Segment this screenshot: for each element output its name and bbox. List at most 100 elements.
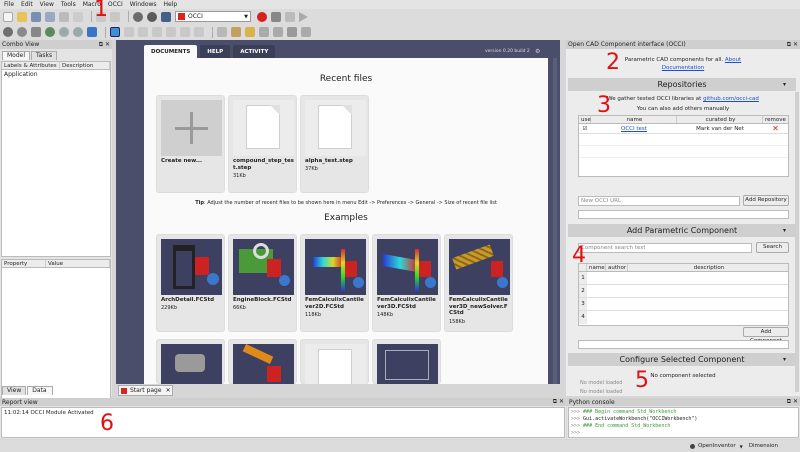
record-macro-icon[interactable] bbox=[257, 11, 267, 22]
panel-close-icon[interactable]: ⧉ ✕ bbox=[787, 398, 798, 406]
add-repository-button[interactable]: Add Repository bbox=[743, 195, 789, 206]
tab-activity[interactable]: ACTIVITY bbox=[233, 45, 276, 59]
collapse-icon[interactable]: ▾ bbox=[783, 227, 786, 234]
stop-macro-icon[interactable] bbox=[271, 11, 281, 22]
folder-icon[interactable] bbox=[273, 27, 283, 37]
example-card[interactable]: FemCalculixCantilever2D.FCStd 118Kb bbox=[300, 234, 369, 332]
import-icon[interactable] bbox=[287, 27, 297, 37]
plus-icon bbox=[161, 100, 222, 156]
top-view-icon[interactable] bbox=[138, 27, 148, 37]
right-view-icon[interactable] bbox=[152, 27, 162, 37]
start-scrollbar[interactable] bbox=[553, 58, 557, 384]
fit-selection-icon[interactable] bbox=[17, 27, 27, 37]
measure-icon[interactable] bbox=[217, 27, 227, 37]
occi-scrollbar[interactable] bbox=[795, 92, 799, 392]
menu-windows[interactable]: Windows bbox=[130, 1, 157, 8]
dimension-status[interactable]: Dimension bbox=[749, 443, 778, 449]
settings-icon[interactable]: ⚙ bbox=[535, 48, 540, 55]
sync-view-icon[interactable] bbox=[45, 27, 55, 37]
example-card[interactable] bbox=[228, 339, 297, 385]
fit-all-icon[interactable] bbox=[3, 27, 13, 37]
configure-section[interactable]: Configure Selected Component ▾ bbox=[568, 353, 796, 366]
example-name: EngineBlock.FCStd bbox=[233, 297, 292, 303]
tab-documents[interactable]: DOCUMENTS bbox=[144, 45, 198, 59]
python-console-output[interactable]: >>> ### Begin command Std_Workbench >>> … bbox=[568, 407, 799, 438]
recent-card[interactable]: alpha_test.step 37Kb bbox=[300, 95, 369, 193]
component-search-input[interactable]: Component search text bbox=[578, 243, 752, 253]
tree-item-application[interactable]: Application bbox=[2, 71, 110, 78]
menu-help[interactable]: Help bbox=[164, 1, 178, 8]
collapse-icon[interactable]: ▾ bbox=[783, 356, 786, 363]
open-file-icon[interactable] bbox=[17, 11, 27, 22]
export-icon[interactable] bbox=[301, 27, 311, 37]
refresh-icon[interactable] bbox=[147, 11, 157, 22]
new-file-icon[interactable] bbox=[3, 11, 13, 22]
group-icon[interactable] bbox=[245, 27, 255, 37]
menu-edit[interactable]: Edit bbox=[21, 1, 33, 8]
link-icon[interactable] bbox=[259, 27, 269, 37]
about-link[interactable]: About bbox=[725, 57, 741, 63]
tab-model[interactable]: Model bbox=[2, 51, 31, 60]
tab-data[interactable]: Data bbox=[27, 386, 54, 395]
std-views-icon[interactable] bbox=[87, 27, 97, 37]
example-card[interactable] bbox=[300, 339, 369, 385]
whats-this-icon[interactable] bbox=[133, 11, 143, 22]
tab-start-page[interactable]: Start page ✕ bbox=[118, 385, 173, 396]
cut-icon[interactable] bbox=[59, 11, 69, 22]
panel-close-icon[interactable]: ⧉ ✕ bbox=[99, 41, 110, 49]
back-icon[interactable] bbox=[59, 27, 69, 37]
repo-status-field bbox=[578, 210, 789, 219]
panel-close-icon[interactable]: ⧉ ✕ bbox=[553, 398, 564, 406]
copy-icon[interactable] bbox=[73, 11, 83, 22]
fem-3d-new-thumbnail bbox=[449, 239, 510, 295]
documentation-link[interactable]: Documentation bbox=[662, 65, 704, 71]
isometric-view-icon[interactable] bbox=[110, 27, 120, 37]
example-card[interactable] bbox=[156, 339, 225, 385]
left-view-icon[interactable] bbox=[194, 27, 204, 37]
add-component-button[interactable]: Add Component bbox=[743, 327, 789, 344]
repo-url-input[interactable]: New OCCI URL bbox=[578, 196, 740, 206]
recent-card[interactable]: compound_step_test.step 31Kb bbox=[228, 95, 297, 193]
component-row[interactable]: 3 bbox=[579, 298, 788, 311]
redo-icon[interactable] bbox=[110, 11, 120, 22]
close-tab-icon[interactable]: ✕ bbox=[166, 387, 171, 394]
menu-occi[interactable]: OCCI bbox=[108, 1, 123, 8]
collapse-icon[interactable]: ▾ bbox=[783, 81, 786, 88]
use-checkbox[interactable]: ☑ bbox=[579, 126, 591, 132]
search-button[interactable]: Search bbox=[756, 242, 789, 253]
recent-card-create-new[interactable]: Create new... bbox=[156, 95, 225, 193]
component-row[interactable]: 1 bbox=[579, 272, 788, 285]
example-card[interactable]: EngineBlock.FCStd 66Kb bbox=[228, 234, 297, 332]
menu-file[interactable]: File bbox=[4, 1, 14, 8]
draw-style-icon[interactable] bbox=[31, 27, 41, 37]
tab-help[interactable]: HELP bbox=[200, 45, 231, 59]
edit-macro-icon[interactable] bbox=[285, 11, 295, 22]
example-card[interactable]: ArchDetail.FCStd 229Kb bbox=[156, 234, 225, 332]
save-as-icon[interactable] bbox=[45, 11, 55, 22]
workbench-icon[interactable] bbox=[161, 11, 171, 22]
run-macro-icon[interactable] bbox=[299, 11, 308, 22]
tab-tasks[interactable]: Tasks bbox=[31, 51, 58, 60]
save-icon[interactable] bbox=[31, 11, 41, 22]
forward-icon[interactable] bbox=[73, 27, 83, 37]
add-component-section[interactable]: Add Parametric Component ▾ bbox=[568, 224, 796, 237]
menu-tools[interactable]: Tools bbox=[61, 1, 76, 8]
remove-icon[interactable]: ✕ bbox=[763, 124, 788, 133]
tab-view[interactable]: View bbox=[2, 386, 27, 395]
navigation-style[interactable]: OpenInventor bbox=[698, 443, 736, 449]
bottom-view-icon[interactable] bbox=[180, 27, 190, 37]
example-card[interactable]: FemCalculixCantilever3D.FCStd 148Kb bbox=[372, 234, 441, 332]
example-card[interactable]: FemCalculixCantilever3D_newSolver.FCStd … bbox=[444, 234, 513, 332]
front-view-icon[interactable] bbox=[124, 27, 134, 37]
rear-view-icon[interactable] bbox=[166, 27, 176, 37]
part-icon[interactable] bbox=[231, 27, 241, 37]
panel-close-icon[interactable]: ⧉ ✕ bbox=[787, 41, 798, 49]
component-row[interactable]: 2 bbox=[579, 285, 788, 298]
menu-view[interactable]: View bbox=[40, 1, 54, 8]
example-card[interactable] bbox=[372, 339, 441, 385]
github-link[interactable]: github.com/occi-cad bbox=[703, 96, 759, 102]
repo-name-link[interactable]: OCCI test bbox=[591, 126, 677, 132]
workbench-selector[interactable]: OCCI ▼ bbox=[175, 11, 251, 22]
component-row[interactable]: 4 bbox=[579, 311, 788, 324]
repositories-section[interactable]: Repositories ▾ bbox=[568, 78, 796, 91]
